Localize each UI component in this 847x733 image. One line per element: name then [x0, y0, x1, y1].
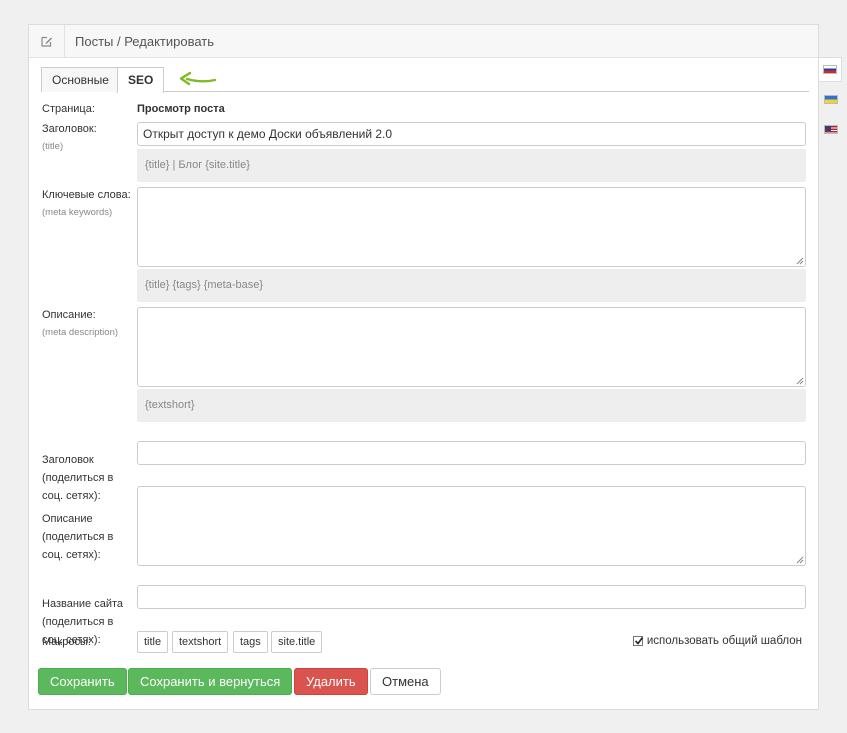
resize-handle-icon[interactable]: [796, 556, 804, 564]
use-common-template[interactable]: использовать общий шаблон: [632, 635, 802, 647]
russian-flag-icon: [823, 65, 837, 74]
macro-site-title[interactable]: site.title: [271, 631, 323, 653]
macro-title[interactable]: title: [137, 631, 169, 653]
checkbox-checked-icon[interactable]: [632, 636, 643, 646]
description-sub: (meta description): [42, 327, 119, 338]
page-value: Просмотр поста: [137, 103, 225, 115]
page-title: Посты / Редактировать: [75, 33, 215, 49]
arrow-annotation-icon: [179, 71, 217, 86]
resize-handle-icon[interactable]: [796, 377, 804, 385]
site-name-input[interactable]: [137, 585, 806, 609]
description-textarea[interactable]: [137, 307, 806, 387]
panel-header: Посты / Редактировать: [29, 24, 818, 58]
site-name-label-line: Название сайта: [42, 598, 124, 610]
keywords-label: Ключевые слова: (meta keywords): [42, 186, 131, 222]
language-ua[interactable]: [819, 87, 842, 112]
tab-bar: Основные SEO: [41, 67, 809, 93]
us-flag-icon: [823, 125, 838, 134]
edit-panel: Посты / Редактировать Основные SEO Стран…: [28, 24, 819, 710]
keywords-sub: (meta keywords): [42, 207, 113, 218]
description-label: Описание: (meta description): [42, 306, 118, 342]
share-description-label: Описание (поделиться в соц. сетях):: [42, 510, 113, 564]
keywords-label-text: Ключевые слова:: [42, 189, 131, 201]
share-title-label: Заголовок (поделиться в соц. сетях):: [42, 451, 113, 505]
title-hint: {title} | Блог {site.title}: [137, 149, 806, 182]
macro-textshort[interactable]: textshort: [172, 631, 229, 653]
share-description-textarea[interactable]: [137, 486, 806, 566]
language-switcher: [819, 57, 842, 147]
keywords-textarea[interactable]: [137, 187, 806, 267]
macros-label: Макросы:: [42, 636, 91, 648]
delete-button[interactable]: Удалить: [294, 668, 368, 695]
save-and-return-button[interactable]: Сохранить и вернуться: [128, 668, 293, 695]
title-input[interactable]: Открыт доступ к демо Доски объявлений 2.…: [137, 122, 806, 146]
keywords-hint: {title} {tags} {meta-base}: [137, 269, 806, 302]
share-description-label-line: (поделиться в: [42, 531, 114, 543]
us-flag-canton: [824, 126, 831, 131]
title-label-text: Заголовок:: [42, 123, 97, 135]
tab-seo[interactable]: SEO: [117, 67, 165, 93]
share-description-label-line: Описание: [42, 513, 93, 525]
description-hint: {textshort}: [137, 389, 806, 422]
save-button[interactable]: Сохранить: [38, 668, 127, 695]
language-ru[interactable]: [819, 57, 842, 82]
title-sub: (title): [42, 141, 64, 152]
share-title-label-line: Заголовок: [42, 454, 94, 466]
macros-row: title textshort tags site.title использо…: [137, 631, 806, 655]
cancel-button[interactable]: Отмена: [370, 668, 441, 695]
share-title-input[interactable]: [137, 441, 806, 465]
share-description-label-line: соц. сетях):: [42, 549, 101, 561]
tab-general[interactable]: Основные: [41, 67, 120, 92]
site-name-label-line: (поделиться в: [42, 616, 114, 628]
share-title-label-line: (поделиться в: [42, 472, 114, 484]
description-label-text: Описание:: [42, 309, 96, 321]
page-label: Страница:: [42, 103, 95, 115]
language-en[interactable]: [819, 117, 842, 142]
ukrainian-flag-icon: [823, 95, 838, 104]
share-title-label-line: соц. сетях):: [42, 490, 101, 502]
resize-handle-icon[interactable]: [796, 257, 804, 265]
title-label: Заголовок: (title): [42, 120, 97, 156]
macro-tags[interactable]: tags: [233, 631, 268, 653]
use-common-template-label: использовать общий шаблон: [646, 635, 802, 647]
edit-icon: [29, 24, 65, 58]
